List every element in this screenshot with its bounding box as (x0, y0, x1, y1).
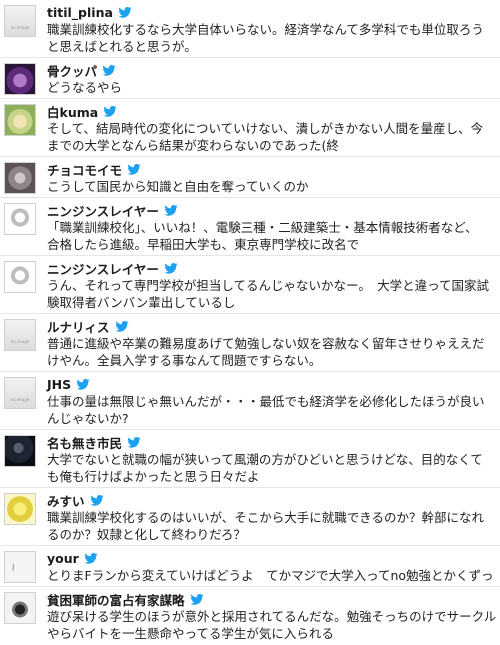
twitter-bird-icon (189, 593, 204, 605)
username[interactable]: ニンジンスレイヤー (47, 259, 159, 278)
avatar[interactable] (4, 592, 36, 624)
twitter-bird-icon (164, 262, 178, 274)
tweet-item: ≀ your とりまFランから変えていけばどうよ てかマジで大学入ってno勉強と… (0, 546, 500, 587)
tweet-text-line: 合格したら進級。早稲田大学も、東京専門学校に改名で (47, 237, 360, 252)
avatar[interactable]: no image (4, 377, 36, 409)
username[interactable]: チョコモイモ (47, 160, 122, 179)
tweet-item: 貧困軍師の富占有家謀略 遊び呆ける学生のほうが意外と採用されてるんだな。勉強そっ… (0, 587, 500, 645)
tweet-text-line: 仕事の量は無限じゃ無いんだが・・・最低でも経済学を必修化したほうが良い (47, 394, 485, 409)
no-image-label: no image (10, 397, 30, 402)
user-row: ルナリィス (47, 317, 496, 336)
user-row: ニンジンスレイヤー (47, 259, 496, 278)
tweet-text-line: とりまFランから変えていけばどうよ てかマジで大学入ってno勉強とかくずっ (47, 568, 494, 583)
avatar[interactable]: ≀ (4, 551, 36, 583)
avatar[interactable] (4, 261, 36, 293)
tweet-text-line: 職業訓練学校化するのはいいが、そこから大手に就職できるのか？幹部になれ (47, 510, 485, 525)
twitter-bird-icon (102, 64, 116, 76)
user-row: 名も無き市民 (47, 433, 496, 452)
tweet-item: みすい 職業訓練学校化するのはいいが、そこから大手に就職できるのか？幹部になれ … (0, 488, 500, 546)
username[interactable]: ルナリィス (47, 317, 110, 336)
tweet-text-line: 遊び呆ける学生のほうが意外と採用されてるんだな。勉強そっちのけでサークル (47, 609, 496, 624)
tweet-item: no image JHS 仕事の量は無限じゃ無いんだが・・・最低でも経済学を必修… (0, 372, 500, 430)
avatar-scribble-icon: ≀ (11, 560, 16, 574)
avatar[interactable] (4, 493, 36, 525)
twitter-bird-icon (127, 436, 141, 448)
tweet-body: titil_plina 職業訓練校化するなら大学自体いらない。経済学なんて多学科… (47, 4, 496, 57)
avatar[interactable] (4, 104, 36, 136)
tweet-body: your とりまFランから変えていけばどうよ てかマジで大学入ってno勉強とかく… (47, 550, 496, 586)
username[interactable]: 白kuma (47, 102, 98, 121)
tweet-body: JHS 仕事の量は無限じゃ無いんだが・・・最低でも経済学を必修化したほうが良い … (47, 376, 496, 429)
twitter-bird-icon (103, 105, 117, 117)
tweet-item: no image ルナリィス 普通に進級や卒業の難易度あげて勉強しない奴を容赦な… (0, 314, 500, 372)
tweet-item: チョコモイモ こうして国民から知識と自由を奪っていくのか (0, 157, 500, 198)
tweet-list: no image titil_plina 職業訓練校化するなら大学自体いらない。… (0, 0, 500, 645)
tweet-item: ニンジンスレイヤー 「職業訓練校化」、いいね！、電験三種・二級建築士・基本情報技… (0, 198, 500, 256)
tweet-text-line: 職業訓練校化するなら大学自体いらない。経済学なんて多学科でも単位取ろう (47, 22, 484, 37)
twitter-bird-icon (118, 6, 132, 18)
twitter-bird-icon (89, 494, 104, 506)
twitter-bird-icon (127, 163, 141, 175)
avatar[interactable] (4, 63, 36, 95)
tweet-item: 名も無き市民 大学でないと就職の幅が狭いって風潮の方がひどいと思うけどな、目的な… (0, 430, 500, 488)
tweet-body: 白kuma そして、結局時代の変化についていけない、潰しがきかない人間を量産し、… (47, 103, 496, 156)
user-row: 骨クッパ (47, 61, 496, 80)
tweet-text-line: までの大学となんら結果が変わらないのであった(終 (47, 138, 339, 153)
user-row: your (47, 550, 496, 566)
tweet-text-line: んじゃないか? (47, 411, 129, 426)
user-row: 白kuma (47, 102, 496, 121)
tweet-text-line: こうして国民から知識と自由を奪っていくのか (47, 179, 309, 194)
username[interactable]: ニンジンスレイヤー (47, 201, 159, 220)
tweet-text-line: と思えばとれると思うが。 (47, 39, 197, 54)
tweet-text-line: 普通に進級や卒業の難易度あげて勉強しない奴を容赦なく留年させりゃええだ (47, 336, 485, 351)
tweet-text-line: 大学でないと就職の幅が狭いって風潮の方がひどいと思うけどな、目的なくて (47, 452, 483, 467)
tweet-text-line: どうなるやら (47, 80, 123, 95)
username[interactable]: JHS (47, 377, 71, 392)
username[interactable]: 貧困軍師の富占有家謀略 (47, 590, 185, 609)
tweet-body: ルナリィス 普通に進級や卒業の難易度あげて勉強しない奴を容赦なく留年させりゃええ… (47, 318, 496, 371)
avatar[interactable] (4, 203, 36, 235)
username[interactable]: your (47, 551, 79, 566)
tweet-text-line: そして、結局時代の変化についていけない、潰しがきかない人間を量産し、今 (47, 121, 484, 136)
tweet-body: ニンジンスレイヤー うん、それって専門学校が担当してるんじゃないかなー。 大学と… (47, 260, 496, 313)
username[interactable]: みすい (47, 491, 85, 510)
tweet-item: ニンジンスレイヤー うん、それって専門学校が担当してるんじゃないかなー。 大学と… (0, 256, 500, 314)
tweet-text-line: やらバイトを一生懸命やってる学生が気に入られる (47, 626, 334, 641)
tweet-text-line: 験取得者バンバン輩出しているし (47, 295, 236, 310)
tweet-body: チョコモイモ こうして国民から知識と自由を奪っていくのか (47, 161, 496, 197)
user-row: ニンジンスレイヤー (47, 201, 496, 220)
twitter-bird-icon (76, 378, 90, 390)
twitter-bird-icon (114, 320, 129, 332)
no-image-label: no image (10, 339, 30, 344)
tweet-body: 骨クッパ どうなるやら (47, 62, 496, 98)
username[interactable]: titil_plina (47, 5, 113, 20)
tweet-item: 白kuma そして、結局時代の変化についていけない、潰しがきかない人間を量産し、… (0, 99, 500, 157)
tweet-text-line: うん、それって専門学校が担当してるんじゃないかなー。 大学と違って国家試 (47, 278, 490, 293)
avatar[interactable]: no image (4, 5, 36, 37)
twitter-bird-icon (84, 552, 98, 564)
tweet-body: 名も無き市民 大学でないと就職の幅が狭いって風潮の方がひどいと思うけどな、目的な… (47, 434, 496, 487)
tweet-body: みすい 職業訓練学校化するのはいいが、そこから大手に就職できるのか？幹部になれ … (47, 492, 496, 545)
user-row: titil_plina (47, 4, 496, 20)
tweet-item: no image titil_plina 職業訓練校化するなら大学自体いらない。… (0, 0, 500, 58)
tweet-text-line: るのか？奴隷と化して終わりだろ？ (47, 527, 246, 542)
avatar[interactable] (4, 435, 36, 467)
avatar[interactable]: no image (4, 319, 36, 351)
username[interactable]: 骨クッパ (47, 61, 97, 80)
no-image-label: no image (10, 25, 30, 30)
user-row: 貧困軍師の富占有家謀略 (47, 590, 496, 609)
user-row: みすい (47, 491, 496, 510)
tweet-body: 貧困軍師の富占有家謀略 遊び呆ける学生のほうが意外と採用されてるんだな。勉強そっ… (47, 591, 496, 645)
tweet-item: 骨クッパ どうなるやら (0, 58, 500, 99)
twitter-bird-icon (164, 204, 178, 216)
tweet-text-line: も俺も行けばよかったと思う日々だよ (47, 469, 260, 484)
tweet-text-line: けやん。全員入学する事なんて問題ですらない。 (47, 353, 322, 368)
username[interactable]: 名も無き市民 (47, 433, 122, 452)
user-row: JHS (47, 376, 496, 392)
avatar[interactable] (4, 162, 36, 194)
user-row: チョコモイモ (47, 160, 496, 179)
tweet-body: ニンジンスレイヤー 「職業訓練校化」、いいね！、電験三種・二級建築士・基本情報技… (47, 202, 496, 255)
tweet-text-line: 「職業訓練校化」、いいね！、電験三種・二級建築士・基本情報技術者など、 (47, 220, 478, 235)
